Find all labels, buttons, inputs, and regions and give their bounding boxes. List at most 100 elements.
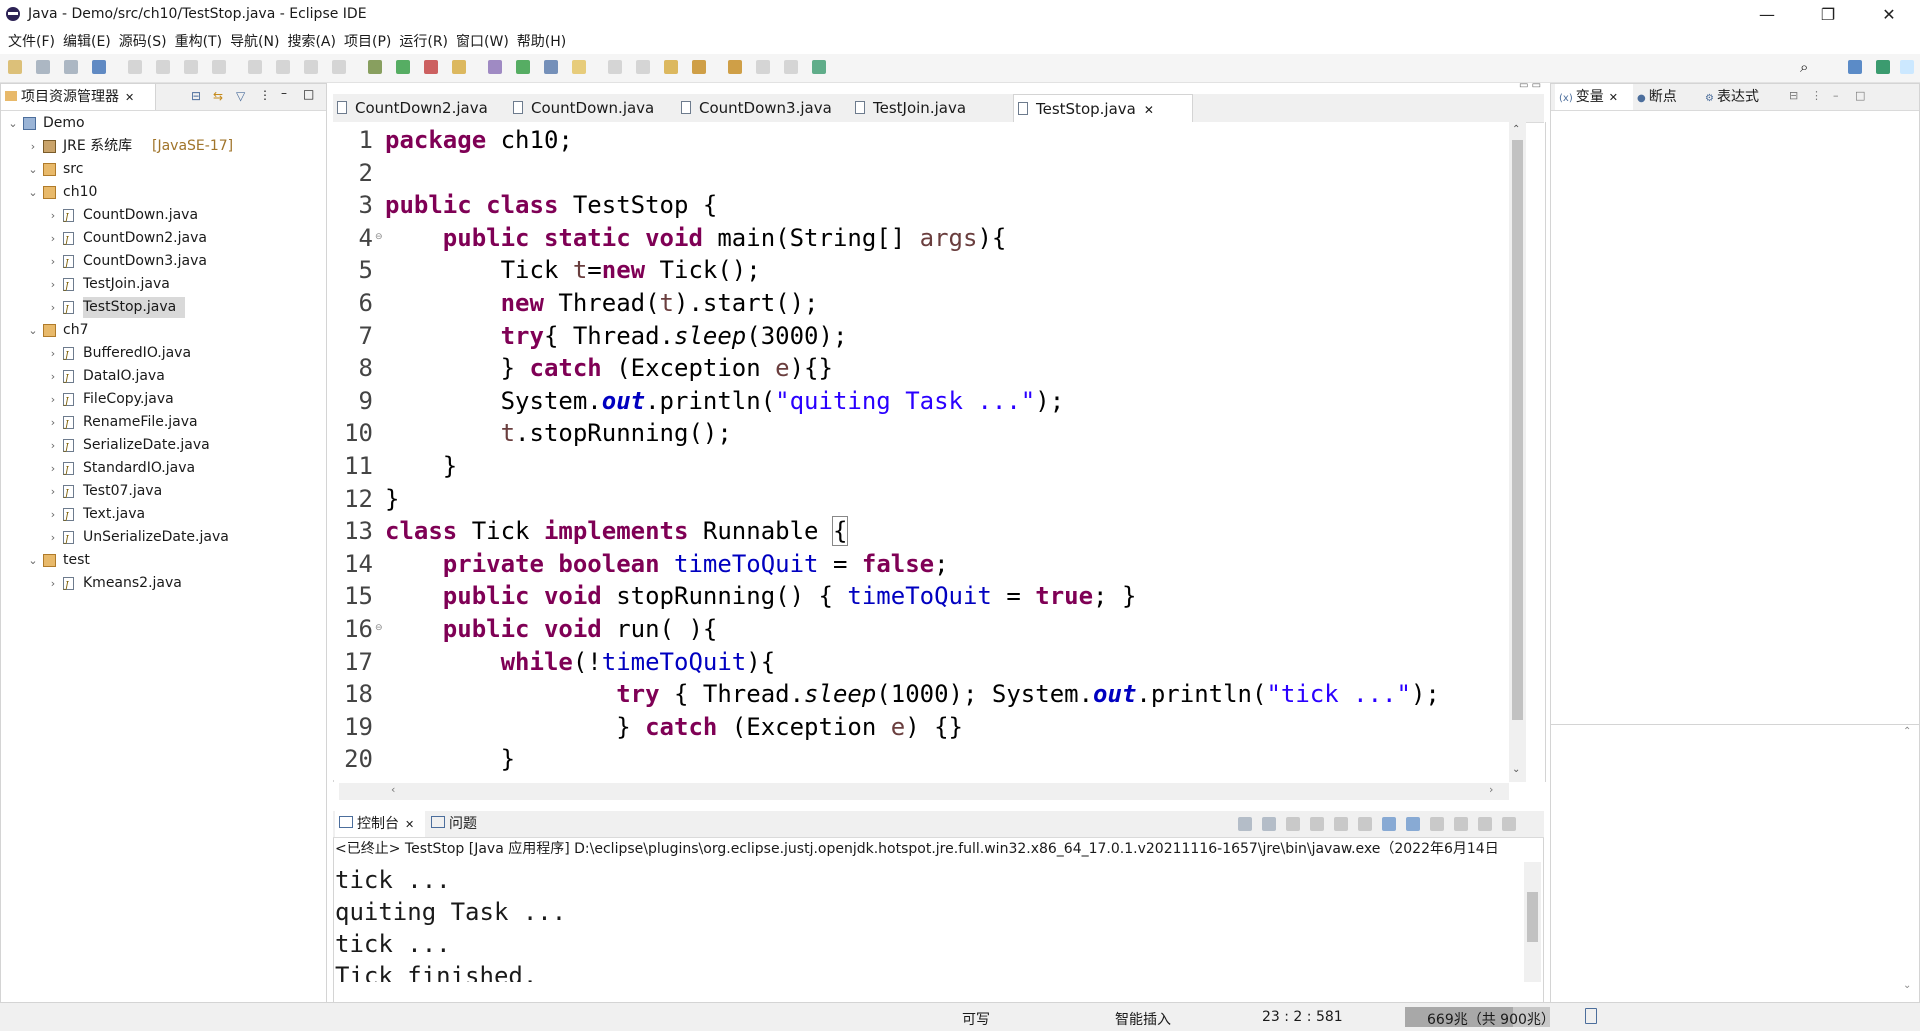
- toolbar-button[interactable]: [488, 60, 502, 74]
- toolbar-button[interactable]: [756, 60, 770, 74]
- console-toolbar-button[interactable]: [1334, 817, 1348, 831]
- console-toolbar-button[interactable]: [1286, 817, 1300, 831]
- maximize-view-icon[interactable]: □: [1855, 89, 1865, 102]
- toolbar-button[interactable]: [396, 60, 410, 74]
- menu-item[interactable]: 源码(S): [119, 30, 167, 54]
- tree-file-item[interactable]: › DataIO.java: [1, 365, 324, 391]
- console-toolbar-button[interactable]: [1310, 817, 1324, 831]
- chevron-right-icon[interactable]: ›: [47, 388, 59, 411]
- console-toolbar-button[interactable]: [1358, 817, 1372, 831]
- fold-toggle-icon[interactable]: ⊖: [375, 232, 383, 242]
- trash-icon[interactable]: [1585, 1008, 1597, 1024]
- tree-file-item[interactable]: › Test07.java: [1, 480, 324, 506]
- maximize-view-icon[interactable]: □: [303, 87, 314, 101]
- tree-folder-item[interactable]: ⌄ Demo: [1, 112, 324, 135]
- toolbar-button[interactable]: [544, 60, 558, 74]
- chevron-down-icon[interactable]: ⌄: [27, 158, 39, 181]
- console-toolbar-button[interactable]: [1262, 817, 1276, 831]
- toolbar-button[interactable]: [784, 60, 798, 74]
- chevron-right-icon[interactable]: ›: [47, 296, 59, 319]
- toolbar-button[interactable]: [128, 60, 142, 74]
- console-toolbar-button[interactable]: [1454, 817, 1468, 831]
- view-menu-icon[interactable]: ⋮: [259, 88, 271, 102]
- tree-folder-item[interactable]: ⌄ test: [1, 549, 324, 572]
- tree-file-item[interactable]: › CountDown3.java: [1, 250, 324, 276]
- search-icon[interactable]: ⌕: [1800, 58, 1808, 76]
- chevron-right-icon[interactable]: ›: [47, 365, 59, 388]
- console-toolbar-button[interactable]: [1502, 817, 1516, 831]
- collapse-all-icon[interactable]: ⊟: [1789, 89, 1798, 102]
- tree-folder-item[interactable]: ⌄ ch7: [1, 319, 324, 342]
- chevron-right-icon[interactable]: ›: [47, 434, 59, 457]
- toolbar-button[interactable]: [516, 60, 530, 74]
- collapse-all-icon[interactable]: ⊟: [191, 89, 201, 103]
- console-toolbar-button[interactable]: [1478, 817, 1492, 831]
- chevron-right-icon[interactable]: ›: [47, 480, 59, 503]
- toolbar-button[interactable]: [248, 60, 262, 74]
- tab-breakpoints[interactable]: ● 断点: [1633, 84, 1677, 110]
- toolbar-button[interactable]: [36, 60, 50, 74]
- chevron-right-icon[interactable]: ›: [47, 411, 59, 434]
- console-toolbar-button[interactable]: [1382, 817, 1396, 831]
- minimize-view-icon[interactable]: –: [281, 86, 287, 100]
- chevron-down-icon[interactable]: ⌄: [7, 112, 19, 135]
- scroll-right-icon[interactable]: ›: [1489, 783, 1493, 796]
- tree-file-item[interactable]: › RenameFile.java: [1, 411, 324, 437]
- menu-item[interactable]: 运行(R): [399, 30, 448, 54]
- chevron-down-icon[interactable]: ⌄: [27, 181, 39, 204]
- close-icon[interactable]: ✕: [125, 91, 134, 104]
- toolbar-button[interactable]: [608, 60, 622, 74]
- chevron-down-icon[interactable]: ⌄: [27, 549, 39, 572]
- editor-tab[interactable]: TestJoin.java: [851, 94, 1029, 122]
- tree-folder-item[interactable]: ⌄ ch10: [1, 181, 324, 204]
- tab-expressions[interactable]: ⚙ 表达式: [1701, 84, 1759, 110]
- console-vscrollbar[interactable]: [1524, 862, 1541, 982]
- scroll-up-icon[interactable]: ⌃: [1903, 726, 1911, 737]
- code-editor[interactable]: 1 package ch10; 2 3 public class TestStop {4…: [333, 122, 1509, 780]
- tree-file-item[interactable]: › TestStop.java: [1, 296, 324, 322]
- scroll-up-icon[interactable]: ⌃: [1512, 124, 1520, 135]
- tree-file-item[interactable]: › TestJoin.java: [1, 273, 324, 299]
- console-toolbar-button[interactable]: [1238, 817, 1252, 831]
- toolbar-button[interactable]: [304, 60, 318, 74]
- restore-button[interactable]: ❐: [1805, 0, 1851, 30]
- tree-file-item[interactable]: › UnSerializeDate.java: [1, 526, 324, 552]
- menu-item[interactable]: 项目(P): [344, 30, 391, 54]
- menu-item[interactable]: 导航(N): [230, 30, 279, 54]
- tree-folder-item[interactable]: › JRE 系统库 [JavaSE-17]: [1, 135, 324, 158]
- tree-file-item[interactable]: › StandardIO.java: [1, 457, 324, 483]
- chevron-down-icon[interactable]: ⌄: [27, 319, 39, 342]
- chevron-right-icon[interactable]: ›: [47, 526, 59, 549]
- link-editor-icon[interactable]: ⇆: [213, 89, 223, 103]
- editor-tab[interactable]: CountDown2.java: [333, 94, 525, 122]
- toolbar-button[interactable]: [572, 60, 586, 74]
- toolbar-button[interactable]: [636, 60, 650, 74]
- menu-item[interactable]: 窗口(W): [456, 30, 509, 54]
- toolbar-button[interactable]: [368, 60, 382, 74]
- scroll-down-icon[interactable]: ⌄: [1512, 764, 1520, 775]
- editor-vscroll-thumb[interactable]: [1512, 140, 1523, 720]
- tree-file-item[interactable]: › SerializeDate.java: [1, 434, 324, 460]
- menu-item[interactable]: 帮助(H): [517, 30, 566, 54]
- toolbar-button[interactable]: [64, 60, 78, 74]
- menu-item[interactable]: 搜索(A): [287, 30, 336, 54]
- view-menu-icon[interactable]: ⋮: [1811, 89, 1822, 102]
- tab-console[interactable]: 控制台 ✕: [335, 811, 425, 837]
- tree-folder-item[interactable]: ⌄ src: [1, 158, 324, 181]
- close-icon[interactable]: ✕: [1144, 103, 1154, 117]
- java-perspective-button[interactable]: [1900, 60, 1914, 74]
- minimize-button[interactable]: —: [1744, 0, 1790, 30]
- toolbar-button[interactable]: [8, 60, 22, 74]
- minimize-view-icon[interactable]: –: [1833, 89, 1839, 102]
- toolbar-button[interactable]: [212, 60, 226, 74]
- perspective-button[interactable]: [1848, 60, 1862, 74]
- chevron-right-icon[interactable]: ›: [47, 572, 59, 595]
- console-toolbar-button[interactable]: [1406, 817, 1420, 831]
- console-vscroll-thumb[interactable]: [1527, 892, 1538, 942]
- chevron-right-icon[interactable]: ›: [27, 135, 39, 158]
- chevron-right-icon[interactable]: ›: [47, 457, 59, 480]
- toolbar-button[interactable]: [276, 60, 290, 74]
- menu-item[interactable]: 编辑(E): [63, 30, 111, 54]
- editor-hscrollbar[interactable]: ‹ ›: [339, 783, 1509, 800]
- close-button[interactable]: ✕: [1866, 0, 1912, 30]
